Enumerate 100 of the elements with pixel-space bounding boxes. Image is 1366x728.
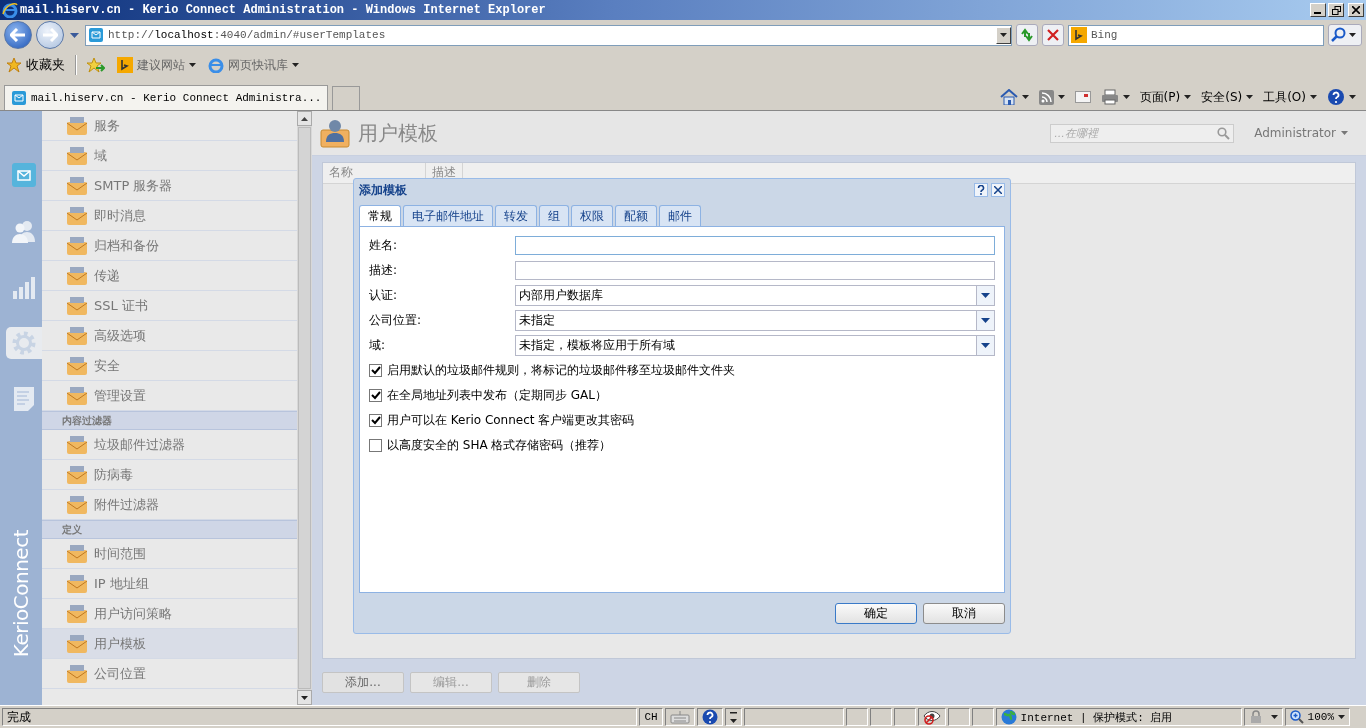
close-button[interactable]	[991, 183, 1005, 197]
checkbox-label: 在全局地址列表中发布（定期同步 GAL）	[387, 387, 607, 404]
search-input[interactable]: Bing	[1091, 29, 1323, 41]
nav-item[interactable]: 防病毒	[42, 460, 297, 490]
checkbox[interactable]	[369, 364, 382, 377]
page-title: 用户模板	[358, 119, 438, 147]
caret-icon	[1000, 33, 1007, 37]
dialog-tab[interactable]: 配额	[615, 205, 657, 226]
user-menu[interactable]: Administrator	[1248, 125, 1354, 141]
dropdown-field[interactable]: 未指定，模板将应用于所有域	[515, 335, 995, 356]
nav-item[interactable]: SMTP 服务器	[42, 171, 297, 201]
dropdown-field[interactable]: 未指定	[515, 310, 995, 331]
refresh-icon	[1020, 28, 1034, 42]
mail-button[interactable]	[1074, 91, 1091, 103]
caret-icon	[301, 116, 308, 121]
nav-item[interactable]: 高级选项	[42, 321, 297, 351]
history-dropdown[interactable]	[68, 30, 81, 40]
refresh-button[interactable]	[1016, 24, 1038, 46]
envelope-icon	[66, 265, 88, 286]
tab-title: mail.hiserv.cn - Kerio Connect Administra...	[31, 92, 322, 104]
checkbox-label: 启用默认的垃圾邮件规则，将标记的垃圾邮件移至垃圾邮件文件夹	[387, 362, 735, 379]
envelope-icon	[66, 633, 88, 654]
nav-item[interactable]: 安全	[42, 351, 297, 381]
envelope-icon	[66, 603, 88, 624]
bing-logo-icon	[117, 57, 133, 73]
text-field[interactable]	[515, 236, 995, 255]
forward-button[interactable]	[36, 21, 64, 49]
checkbox-label: 用户可以在 Kerio Connect 客户端更改其密码	[387, 412, 635, 429]
language-indicator[interactable]: CH	[639, 708, 663, 726]
scroll-down-button[interactable]	[297, 690, 312, 705]
envelope-icon	[66, 464, 88, 485]
command-menu[interactable]: 工具(O)	[1263, 88, 1317, 106]
restore-icon	[1331, 5, 1341, 15]
help-icon	[1327, 88, 1345, 106]
help-button[interactable]	[1327, 88, 1356, 106]
nav-item[interactable]: 服务	[42, 111, 297, 141]
stop-button[interactable]	[1042, 24, 1064, 46]
nav-item[interactable]: 用户模板	[42, 629, 297, 659]
address-dropdown[interactable]	[996, 26, 1011, 44]
favorites-link[interactable]: 网页快讯库	[206, 54, 301, 76]
dropdown-field[interactable]: 内部用户数据库	[515, 285, 995, 306]
favorites-link[interactable]: 建议网站	[115, 54, 198, 76]
nav-item[interactable]: 归档和备份	[42, 231, 297, 261]
privacy-icon[interactable]	[922, 709, 941, 725]
search-input[interactable]: ...在哪裡	[1054, 126, 1218, 140]
search-field[interactable]: ...在哪裡	[1050, 123, 1235, 143]
dialog-tab[interactable]: 常规	[359, 205, 401, 227]
security-zone[interactable]: Internet | 保护模式: 启用	[995, 708, 1242, 726]
scrollbar-thumb[interactable]	[298, 127, 311, 689]
command-menu[interactable]: 安全(S)	[1201, 88, 1254, 106]
feeds-button[interactable]	[1038, 89, 1065, 105]
caret-icon	[301, 695, 308, 700]
dialog-tab[interactable]: 邮件	[659, 205, 701, 226]
envelope-icon	[66, 434, 88, 455]
caret-icon	[1349, 33, 1356, 37]
favorites-button[interactable]: 收藏夹	[4, 54, 67, 76]
dialog-tab[interactable]: 权限	[571, 205, 613, 226]
text-field[interactable]	[515, 261, 995, 280]
browser-tab[interactable]: mail.hiserv.cn - Kerio Connect Administra...	[4, 85, 329, 110]
minimize-button[interactable]	[1310, 3, 1326, 17]
help-button[interactable]	[974, 183, 988, 197]
command-menu[interactable]: 页面(P)	[1139, 88, 1192, 106]
menu-arrows-icon[interactable]	[729, 711, 737, 723]
nav-item[interactable]: 即时消息	[42, 201, 297, 231]
nav-item[interactable]: 垃圾邮件过滤器	[42, 430, 297, 460]
dialog-tab[interactable]: 组	[539, 205, 569, 226]
field-label: 公司位置:	[369, 312, 423, 329]
address-field[interactable]: http://localhost:4040/admin/#userTemplates	[85, 24, 1012, 46]
help-icon[interactable]	[701, 709, 718, 725]
checkbox[interactable]	[369, 414, 382, 427]
nav-item[interactable]: 传递	[42, 261, 297, 291]
nav-item[interactable]: 域	[42, 141, 297, 171]
nav-item[interactable]: 时间范围	[42, 539, 297, 569]
search-button[interactable]	[1328, 24, 1362, 46]
dialog-tab[interactable]: 电子邮件地址	[403, 205, 493, 226]
help-icon	[977, 185, 985, 195]
status-pane	[947, 708, 970, 726]
checkbox[interactable]	[369, 439, 382, 452]
nav-item[interactable]: SSL 证书	[42, 291, 297, 321]
restore-button[interactable]	[1328, 3, 1344, 17]
action-button[interactable]: 添加...	[322, 671, 404, 693]
dialog-button[interactable]: 确定	[835, 602, 917, 624]
zoom-icon	[1289, 710, 1304, 724]
nav-item[interactable]: IP 地址组	[42, 569, 297, 599]
checkbox[interactable]	[369, 389, 382, 402]
close-icon	[1352, 6, 1360, 14]
envelope-icon	[66, 325, 88, 346]
caret-icon	[981, 293, 990, 298]
envelope-icon	[66, 145, 88, 166]
dialog-tab[interactable]: 转发	[495, 205, 537, 226]
page-icon	[11, 90, 27, 106]
add-favorite-button[interactable]	[85, 55, 107, 75]
search-field[interactable]: Bing	[1068, 24, 1324, 46]
nav-item[interactable]: 公司位置	[42, 659, 297, 689]
home-button[interactable]	[999, 89, 1029, 105]
back-button[interactable]	[4, 21, 32, 49]
zoom-button[interactable]: 100%	[1284, 708, 1350, 726]
print-button[interactable]	[1100, 89, 1130, 105]
scroll-up-button[interactable]	[297, 111, 312, 126]
dialog-button[interactable]: 取消	[923, 602, 1005, 624]
